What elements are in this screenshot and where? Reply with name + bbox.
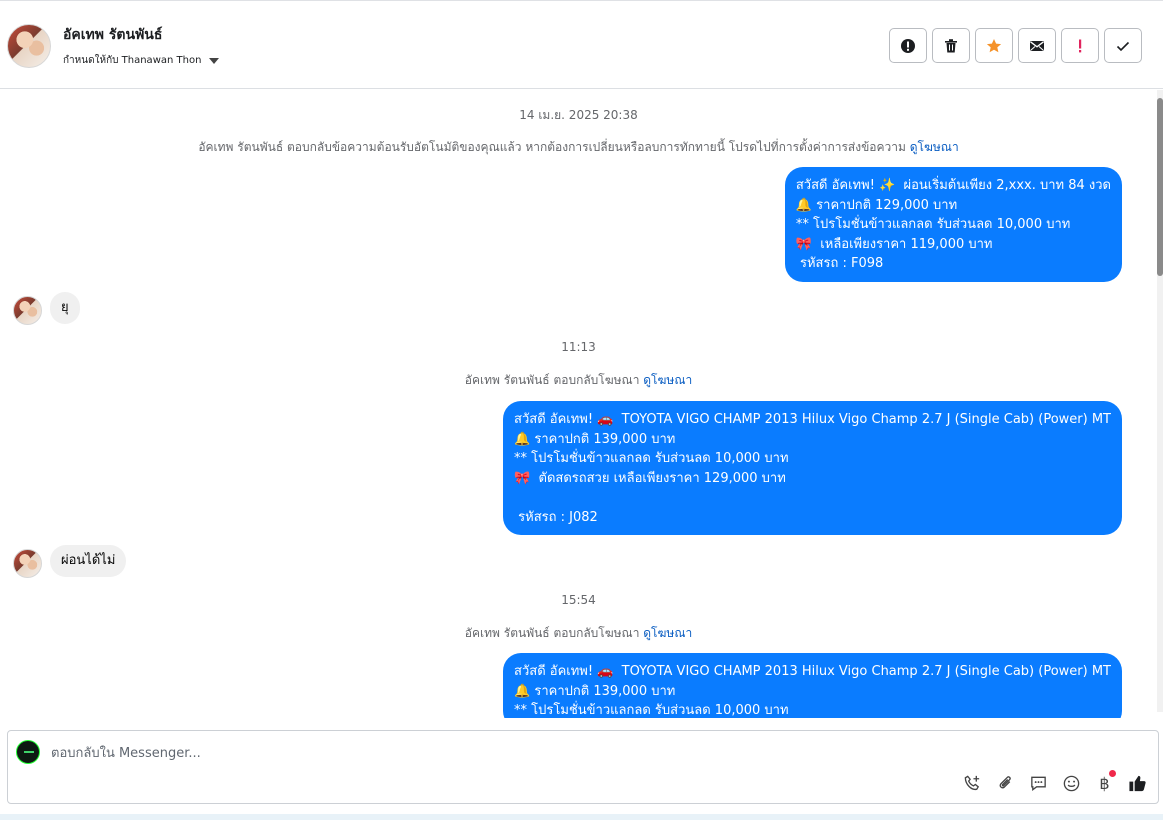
exclamation-circle-icon: [901, 38, 915, 53]
saved-reply-button[interactable]: [1028, 773, 1049, 794]
star-button[interactable]: [975, 28, 1013, 63]
mark-done-button[interactable]: [1104, 28, 1142, 63]
like-button[interactable]: [1127, 773, 1148, 794]
sender-avatar: [13, 549, 42, 578]
saved-reply-icon: [1031, 776, 1046, 792]
attach-button[interactable]: [995, 773, 1016, 794]
composer-tools: ฿: [962, 770, 1148, 794]
incoming-message[interactable]: ยุ: [50, 292, 80, 324]
view-ad-link[interactable]: ดูโฆษณา: [910, 140, 959, 154]
system-notice-text: อัคเทพ รัตนพันธ์ ตอบกลับโฆษณา: [464, 626, 640, 640]
paperclip-icon: [999, 776, 1011, 789]
reply-composer: ฿: [7, 730, 1159, 804]
message-list[interactable]: 14 เม.ย. 2025 20:38 อัคเทพ รัตนพันธ์ ตอบ…: [0, 90, 1157, 718]
scrollbar[interactable]: [1157, 90, 1163, 712]
chevron-down-icon: [209, 57, 220, 64]
conversation-header: อัคเทพ รัตนพันธ์ กำหนดให้กับ Thanawan Th…: [0, 3, 1163, 89]
emoji-icon: [1063, 775, 1080, 792]
trash-icon: [945, 38, 957, 52]
star-icon: [986, 38, 1002, 52]
reply-input[interactable]: [51, 743, 751, 763]
timestamp: 14 เม.ย. 2025 20:38: [519, 108, 638, 122]
mark-unread-button[interactable]: [1018, 28, 1056, 63]
bottom-strip: [0, 814, 1163, 820]
follow-up-button[interactable]: [1061, 28, 1099, 63]
contact-avatar[interactable]: [7, 24, 51, 68]
call-add-icon: [964, 775, 980, 791]
timestamp: 11:13: [561, 340, 596, 354]
emoji-button[interactable]: [1061, 773, 1082, 794]
scrollbar-thumb[interactable]: [1157, 98, 1163, 276]
view-ad-link[interactable]: ดูโฆษณา: [643, 626, 692, 640]
thumbs-up-icon: [1129, 775, 1146, 792]
system-notice: อัคเทพ รัตนพันธ์ ตอบกลับโฆษณา ดูโฆษณา: [0, 371, 1157, 390]
system-notice: อัคเทพ รัตนพันธ์ ตอบกลับโฆษณา ดูโฆษณา: [0, 624, 1157, 643]
exclamation-icon: [1079, 39, 1082, 52]
spam-info-button[interactable]: [889, 28, 927, 63]
system-notice: อัคเทพ รัตนพันธ์ ตอบกลับข้อความต้อนรับอั…: [0, 138, 1157, 157]
header-actions: [889, 28, 1142, 63]
system-notice-text: อัคเทพ รัตนพันธ์ ตอบกลับโฆษณา: [464, 373, 640, 387]
timestamp: 15:54: [561, 593, 596, 607]
incoming-message[interactable]: ผ่อนได้ไม่: [50, 545, 127, 577]
notification-dot: [1109, 770, 1116, 777]
baht-payment-icon: ฿: [1099, 774, 1110, 793]
contact-name[interactable]: อัคเทพ รัตนพันธ์: [63, 24, 162, 46]
view-ad-link[interactable]: ดูโฆษณา: [643, 373, 692, 387]
inbox-conversation: อัคเทพ รัตนพันธ์ กำหนดให้กับ Thanawan Th…: [0, 0, 1163, 820]
sender-avatar: [13, 296, 42, 325]
outgoing-message[interactable]: สวัสดี อัคเทพ! 🚗 TOYOTA VIGO CHAMP 2013 …: [503, 401, 1122, 535]
assign-dropdown[interactable]: กำหนดให้กับ Thanawan Thon: [63, 53, 220, 68]
envelope-icon: [1030, 40, 1044, 51]
assigned-label: กำหนดให้กับ Thanawan Thon: [63, 55, 202, 66]
outgoing-message[interactable]: สวัสดี อัคเทพ! ✨ ผ่อนเริ่มต้นเพียง 2,xxx…: [784, 167, 1122, 282]
outgoing-message[interactable]: สวัสดี อัคเทพ! 🚗 TOYOTA VIGO CHAMP 2013 …: [503, 653, 1122, 718]
system-notice-text: อัคเทพ รัตนพันธ์ ตอบกลับข้อความต้อนรับอั…: [198, 140, 906, 154]
checkmark-icon: [1116, 41, 1130, 51]
call-add-button[interactable]: [962, 773, 983, 794]
page-avatar: [16, 740, 40, 764]
payment-button[interactable]: ฿: [1094, 770, 1116, 794]
delete-button[interactable]: [932, 28, 970, 63]
